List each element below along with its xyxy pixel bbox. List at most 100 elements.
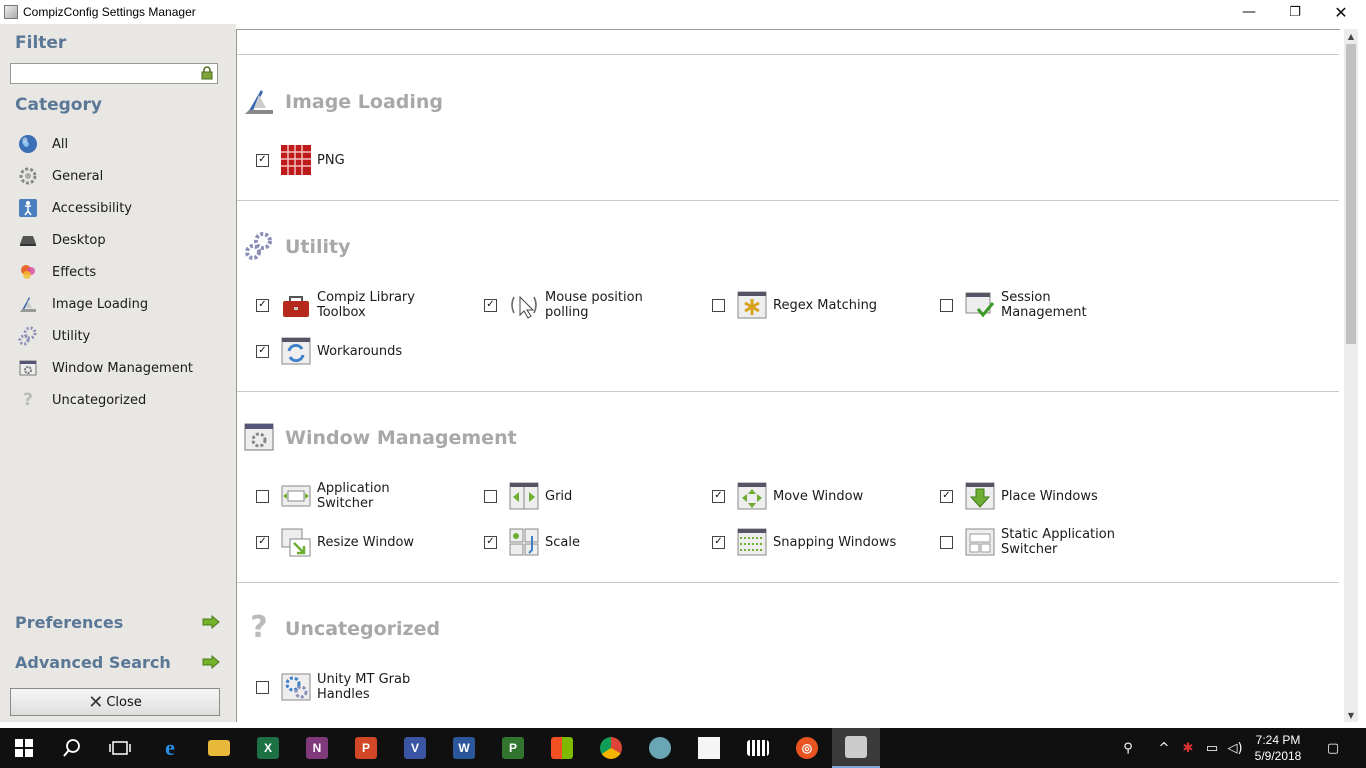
taskbar-atom[interactable] <box>636 728 684 768</box>
plugin-checkbox[interactable] <box>484 489 497 503</box>
plugin-checkbox[interactable] <box>256 489 269 503</box>
plugin-place-windows[interactable]: ✓ Place Windows <box>940 478 1131 514</box>
plugin-checkbox[interactable]: ✓ <box>940 489 953 503</box>
tray-app-icon: ✱ <box>1182 740 1194 756</box>
restore-button[interactable]: ❐ <box>1272 0 1318 24</box>
close-button[interactable]: ✕ Close <box>10 688 220 716</box>
plugin-png[interactable]: ✓ PNG <box>256 142 447 178</box>
separator <box>237 200 1339 201</box>
plugin-checkbox[interactable]: ✓ <box>256 153 269 167</box>
plugin-scale[interactable]: ✓ Scale <box>484 524 675 560</box>
preferences-link[interactable]: Preferences <box>15 611 220 633</box>
video-icon <box>747 740 769 756</box>
plugin-application-switcher[interactable]: Application Switcher <box>256 478 447 514</box>
taskbar-store[interactable] <box>538 728 586 768</box>
plugin-compiz-library-toolbox[interactable]: ✓ Compiz Library Toolbox <box>256 287 447 323</box>
taskbar-file-explorer[interactable] <box>195 728 243 768</box>
image-loading-icon <box>18 294 38 314</box>
plugin-label: Regex Matching <box>773 297 878 313</box>
plugin-mouse-position-polling[interactable]: ✓ Mouse position polling <box>484 287 675 323</box>
volume-button[interactable]: ◁) <box>1224 728 1246 768</box>
regex-icon <box>737 291 767 319</box>
category-image-loading[interactable]: Image Loading <box>18 292 148 316</box>
file-explorer-icon <box>208 740 230 756</box>
category-label: Desktop <box>52 232 106 248</box>
app-switcher-icon <box>281 485 311 507</box>
filter-input[interactable] <box>13 65 197 85</box>
image-loading-icon <box>245 90 273 114</box>
plugin-grid[interactable]: Grid <box>484 478 675 514</box>
category-general[interactable]: General <box>18 164 103 188</box>
plugin-checkbox[interactable]: ✓ <box>256 344 269 358</box>
scrollbar-thumb[interactable] <box>1346 44 1356 344</box>
workarounds-icon <box>281 337 311 365</box>
plugin-label: Place Windows <box>1001 488 1098 504</box>
taskbar-visio[interactable]: V <box>391 728 439 768</box>
taskbar-excel[interactable]: X <box>244 728 292 768</box>
plugin-regex-matching[interactable]: Regex Matching <box>712 287 903 323</box>
clear-filter-icon[interactable] <box>200 66 214 80</box>
png-icon <box>281 145 311 175</box>
plugin-move-window[interactable]: ✓ Move Window <box>712 478 903 514</box>
advanced-search-label: Advanced Search <box>15 652 171 672</box>
plugin-checkbox[interactable]: ✓ <box>256 298 269 312</box>
category-utility[interactable]: Utility <box>18 324 90 348</box>
taskbar-ubuntu[interactable]: ◎ <box>783 728 831 768</box>
taskbar-powerpoint[interactable]: P <box>342 728 390 768</box>
plugin-label: Resize Window <box>317 534 415 550</box>
advanced-search-link[interactable]: Advanced Search <box>15 651 220 673</box>
plugin-checkbox[interactable] <box>940 298 953 312</box>
scroll-down-icon[interactable]: ▼ <box>1344 708 1358 722</box>
vertical-scrollbar[interactable]: ▲ ▼ <box>1344 29 1358 722</box>
start-button[interactable] <box>0 728 48 768</box>
taskbar-chrome[interactable] <box>587 728 635 768</box>
plugin-unity-mt-grab-handles[interactable]: Unity MT Grab Handles <box>256 669 447 705</box>
category-heading: Category <box>15 95 102 115</box>
category-window-management[interactable]: Window Management <box>18 356 193 380</box>
section-title: Uncategorized <box>285 618 441 640</box>
show-hidden-icons-button[interactable]: ^ <box>1154 728 1174 768</box>
plugin-checkbox[interactable]: ✓ <box>484 298 497 312</box>
taskbar-word[interactable]: W <box>440 728 488 768</box>
plugin-resize-window[interactable]: ✓ Resize Window <box>256 524 447 560</box>
excel-icon: X <box>257 737 279 759</box>
plugin-session-management[interactable]: Session Management <box>940 287 1131 323</box>
filter-field[interactable] <box>10 63 218 85</box>
taskbar-compiz[interactable] <box>832 728 880 768</box>
taskbar-onenote[interactable]: N <box>293 728 341 768</box>
plugin-label: Unity MT Grab Handles <box>317 672 411 702</box>
category-desktop[interactable]: Desktop <box>18 228 106 252</box>
minimize-icon: — <box>1242 4 1256 20</box>
category-effects[interactable]: Effects <box>18 260 96 284</box>
category-all[interactable]: All <box>18 132 68 156</box>
close-window-button[interactable]: ✕ <box>1318 0 1364 24</box>
separator <box>237 582 1339 583</box>
category-accessibility[interactable]: Accessibility <box>18 196 132 220</box>
tray-app-button[interactable]: ✱ <box>1178 728 1198 768</box>
search-button[interactable] <box>48 728 96 768</box>
sticky-notes-icon <box>698 737 720 759</box>
plugin-checkbox[interactable]: ✓ <box>712 535 725 549</box>
task-view-button[interactable] <box>96 728 144 768</box>
plugin-checkbox[interactable]: ✓ <box>256 535 269 549</box>
plugin-checkbox[interactable] <box>712 298 725 312</box>
minimize-button[interactable]: — <box>1226 0 1272 24</box>
plugin-checkbox[interactable] <box>256 680 269 694</box>
clock[interactable]: 7:24 PM 5/9/2018 <box>1248 732 1308 764</box>
plugin-checkbox[interactable] <box>940 535 953 549</box>
people-button[interactable]: ⚲ <box>1116 728 1140 768</box>
plugin-snapping-windows[interactable]: ✓ Snapping Windows <box>712 524 903 560</box>
sidebar: Filter Category All General Accessibilit… <box>0 24 236 722</box>
taskbar-edge[interactable]: e <box>146 728 194 768</box>
plugin-static-application-switcher[interactable]: Static Application Switcher <box>940 524 1131 560</box>
action-center-button[interactable]: ▢ <box>1318 728 1348 768</box>
taskbar-sticky-notes[interactable] <box>685 728 733 768</box>
network-button[interactable]: ▭ <box>1202 728 1222 768</box>
scroll-up-icon[interactable]: ▲ <box>1344 29 1358 43</box>
plugin-checkbox[interactable]: ✓ <box>712 489 725 503</box>
category-uncategorized[interactable]: ? Uncategorized <box>18 388 146 412</box>
plugin-workarounds[interactable]: ✓ Workarounds <box>256 333 447 369</box>
taskbar-project[interactable]: P <box>489 728 537 768</box>
plugin-checkbox[interactable]: ✓ <box>484 535 497 549</box>
taskbar-video[interactable] <box>734 728 782 768</box>
